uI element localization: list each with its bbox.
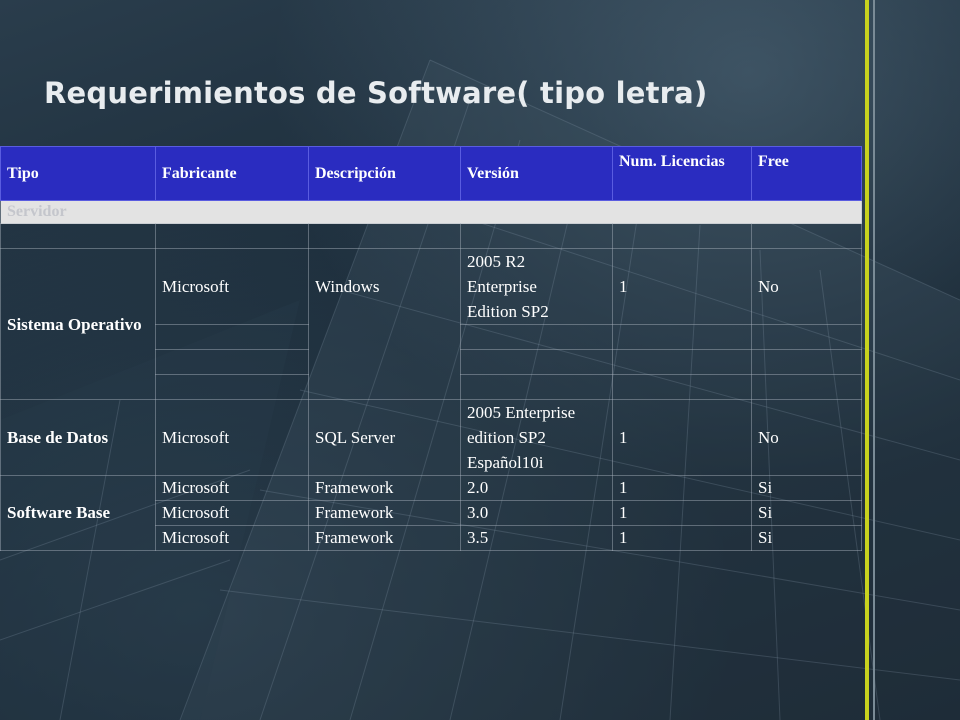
- cell-tipo: Base de Datos: [0, 399, 156, 476]
- descripcion-text: Windows: [315, 277, 380, 296]
- header-fabricante: Fabricante: [155, 146, 309, 201]
- cell-fabricante: Microsoft: [155, 399, 309, 476]
- cell-version: 2.0: [460, 475, 613, 501]
- table-row-software-base: Software Base Microsoft Framework 2.0 1 …: [0, 475, 862, 551]
- cell-licencias: 1: [612, 475, 752, 501]
- accent-line-yellow: [865, 0, 869, 720]
- cell-descripcion: Framework: [308, 500, 461, 526]
- version-line: Edition SP2: [467, 302, 549, 321]
- cell-licencias: 1: [612, 500, 752, 526]
- software-requirements-table: Tipo Fabricante Descripción Versión Num.…: [0, 146, 862, 551]
- cell-version: 2005 R2 Enterprise Edition SP2: [460, 248, 613, 325]
- cell-descripcion: SQL Server: [308, 399, 461, 476]
- cell-tipo: Sistema Operativo: [0, 248, 156, 400]
- cell-descripcion: Windows: [308, 248, 461, 400]
- cell-free: Si: [751, 475, 862, 501]
- header-version: Versión: [460, 146, 613, 201]
- header-num-licencias: Num. Licencias: [612, 146, 752, 201]
- cell-licencias: 1: [612, 399, 752, 476]
- cell-licencias: 1: [612, 248, 752, 325]
- header-descripcion: Descripción: [308, 146, 461, 201]
- empty-row: [0, 223, 862, 249]
- accent-line-grey: [873, 0, 875, 720]
- cell-fabricante: Microsoft: [155, 475, 309, 501]
- header-free: Free: [751, 146, 862, 201]
- version-line: 2005 Enterprise: [467, 403, 576, 422]
- table-row-sistema-operativo: Sistema Operativo Microsoft Windows 2005…: [0, 248, 862, 400]
- cell-free: Si: [751, 525, 862, 551]
- cell-tipo: Software Base: [0, 475, 156, 551]
- section-row-servidor: Servidor: [0, 200, 862, 224]
- version-line: Enterprise: [467, 277, 537, 296]
- cell-descripcion: Framework: [308, 475, 461, 501]
- version-line: 2005 R2: [467, 252, 526, 271]
- cell-free: No: [751, 399, 862, 476]
- header-tipo: Tipo: [0, 146, 156, 201]
- cell-version: 3.5: [460, 525, 613, 551]
- cell-free: Si: [751, 500, 862, 526]
- table-row-base-de-datos: Base de Datos Microsoft SQL Server 2005 …: [0, 399, 862, 476]
- cell-version: 2005 Enterprise edition SP2 Español10i: [460, 399, 613, 476]
- cell-descripcion: Framework: [308, 525, 461, 551]
- section-label: Servidor: [0, 200, 862, 224]
- cell-fabricante: Microsoft: [155, 525, 309, 551]
- slide-title: Requerimientos de Software( tipo letra): [44, 76, 708, 110]
- version-line: Español10i: [467, 453, 544, 472]
- cell-free: No: [751, 248, 862, 325]
- cell-fabricante: Microsoft: [155, 248, 309, 325]
- cell-version: 3.0: [460, 500, 613, 526]
- cell-licencias: 1: [612, 525, 752, 551]
- table-header-row: Tipo Fabricante Descripción Versión Num.…: [0, 146, 862, 201]
- version-line: edition SP2: [467, 428, 546, 447]
- cell-fabricante: Microsoft: [155, 500, 309, 526]
